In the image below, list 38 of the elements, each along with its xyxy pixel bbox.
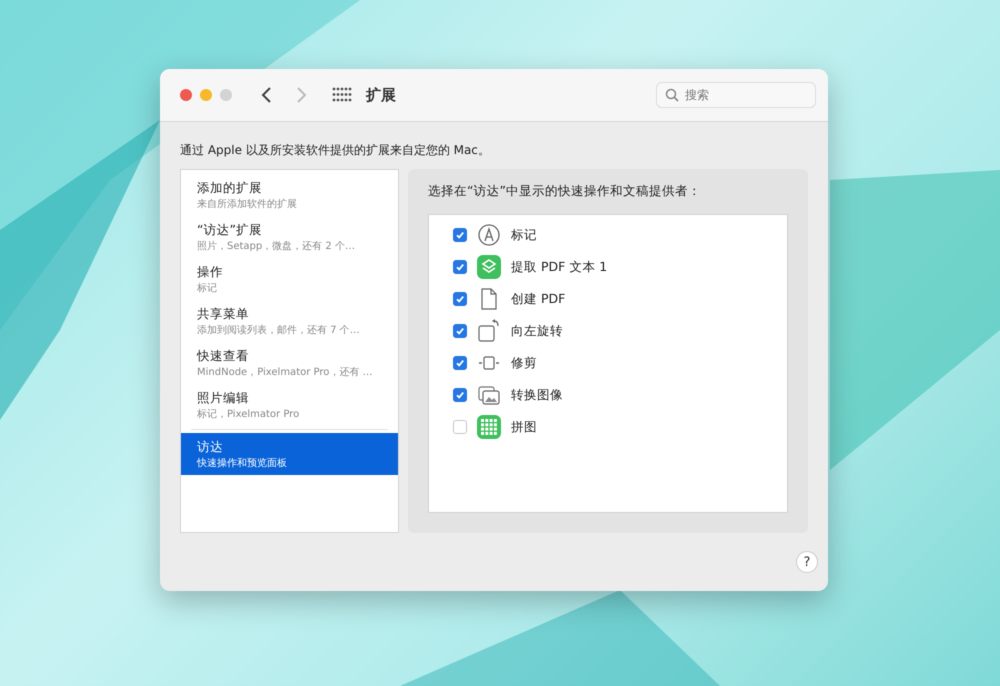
rotate-left-icon	[477, 319, 501, 343]
grid-app-icon	[477, 415, 501, 439]
sidebar-item[interactable]: 共享菜单 添加到阅读列表，邮件，还有 7 个…	[181, 300, 398, 342]
extension-label: 修剪	[511, 354, 537, 372]
checkmark-icon	[455, 262, 465, 272]
checkmark-icon	[455, 230, 465, 240]
help-button[interactable]: ?	[796, 551, 818, 573]
sidebar-item[interactable]: 添加的扩展 来自所添加软件的扩展	[181, 174, 398, 216]
checkbox[interactable]	[453, 420, 467, 434]
checkbox[interactable]	[453, 388, 467, 402]
sidebar-item[interactable]: 访达 快速操作和预览面板	[181, 433, 398, 475]
checkmark-icon	[455, 294, 465, 304]
sidebar-item[interactable]: “访达”扩展 照片，Setapp，微盘，还有 2 个…	[181, 216, 398, 258]
sidebar-item[interactable]: 快速查看 MindNode，Pixelmator Pro，还有 …	[181, 342, 398, 384]
panel-heading: 选择在“访达”中显示的快速操作和文稿提供者：	[428, 183, 702, 200]
extension-label: 提取 PDF 文本 1	[511, 258, 608, 276]
extension-label: 创建 PDF	[511, 290, 566, 308]
checkbox[interactable]	[453, 324, 467, 338]
checkbox[interactable]	[453, 356, 467, 370]
grid-icon[interactable]	[332, 87, 352, 103]
checkbox[interactable]	[453, 292, 467, 306]
layers-app-icon	[477, 255, 501, 279]
search-field[interactable]: 搜索	[656, 82, 816, 108]
window-title: 扩展	[366, 86, 396, 104]
sidebar-item[interactable]: 照片编辑 标记，Pixelmator Pro	[181, 384, 398, 426]
close-button[interactable]	[180, 89, 192, 101]
checkbox[interactable]	[453, 260, 467, 274]
checkbox[interactable]	[453, 228, 467, 242]
sidebar-item[interactable]: 操作 标记	[181, 258, 398, 300]
checkmark-icon	[455, 390, 465, 400]
extension-label: 拼图	[511, 418, 537, 436]
extension-label: 标记	[511, 226, 537, 244]
pen-circle-icon	[477, 223, 501, 247]
extension-label: 向左旋转	[511, 322, 563, 340]
extension-label: 转换图像	[511, 386, 563, 404]
checkmark-icon	[455, 326, 465, 336]
description-text: 通过 Apple 以及所安装软件提供的扩展来自定您的 Mac。	[180, 142, 491, 159]
checkmark-icon	[455, 358, 465, 368]
